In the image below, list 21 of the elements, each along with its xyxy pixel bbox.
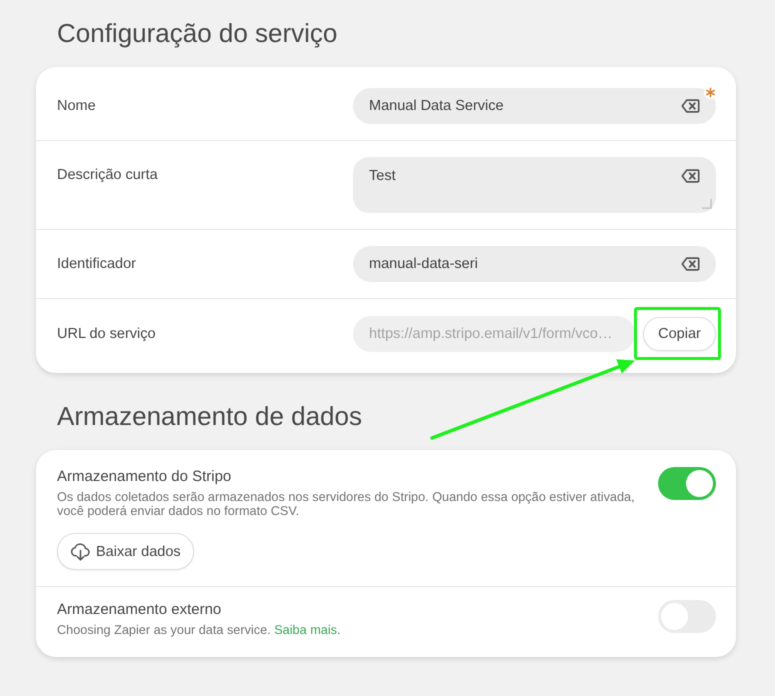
option-description: Os dados coletados serão armazenados nos servidores do Stripo. Quando essa opção estiver ativada, você poderá enviar dados no formato CSV.	[57, 490, 636, 518]
section-heading: Configuração do serviço	[57, 17, 338, 49]
text-field[interactable]: manual-data-seri	[353, 246, 716, 282]
option-description: Choosing Zapier as your data service. Saiba mais.	[57, 623, 341, 637]
field-label: Nome	[57, 97, 96, 116]
field-label: URL do serviço	[57, 325, 156, 344]
clear-icon[interactable]	[681, 169, 700, 183]
cloud-download-icon	[70, 542, 91, 561]
field-label: Identificador	[57, 255, 136, 274]
option-title: Armazenamento externo	[57, 600, 222, 620]
url-field: https://amp.stripo.email/v1/form/vco…	[353, 316, 635, 352]
clear-icon[interactable]	[681, 99, 700, 113]
toggle-switch[interactable]	[658, 467, 716, 500]
field-label: Descrição curta	[57, 166, 158, 185]
textarea-field[interactable]: Test	[353, 157, 716, 213]
text-field[interactable]: Manual Data Service	[353, 88, 716, 124]
resize-handle-icon[interactable]	[702, 199, 712, 209]
section-heading: Armazenamento de dados	[57, 400, 362, 432]
clear-icon[interactable]	[681, 257, 700, 271]
download-button[interactable]: Baixar dados	[57, 533, 194, 570]
option-title: Armazenamento do Stripo	[57, 467, 232, 487]
